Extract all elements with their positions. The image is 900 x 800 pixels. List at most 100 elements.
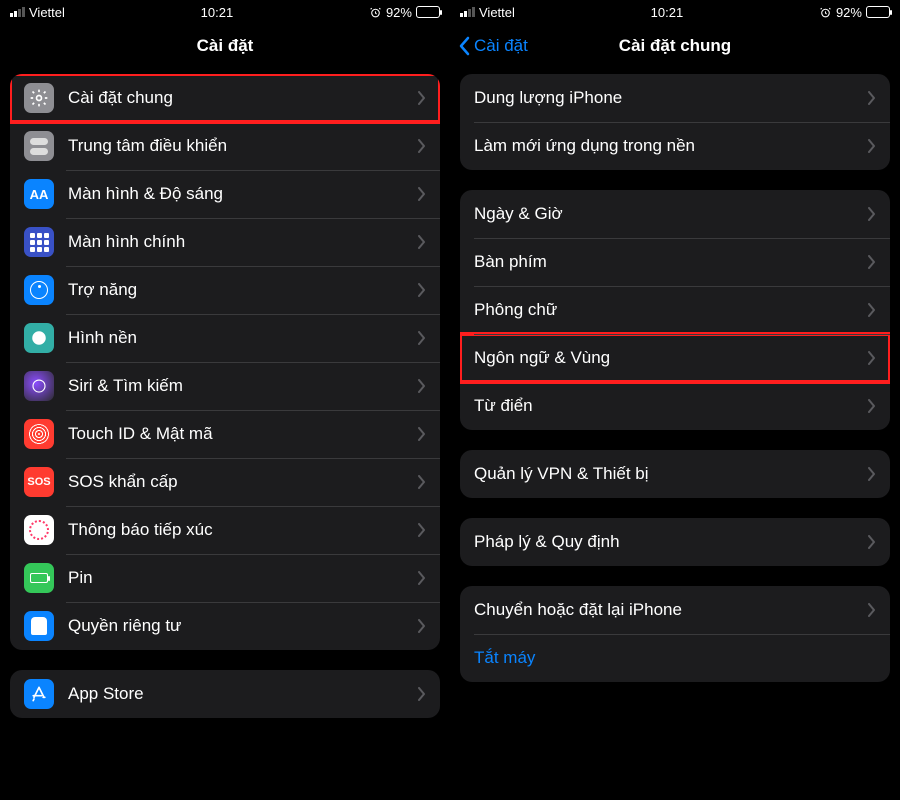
row-label: Chuyển hoặc đặt lại iPhone [474,600,868,620]
row-label: Màn hình chính [68,232,418,252]
chevron-right-icon [868,91,876,105]
row-label: Ngày & Giờ [474,204,868,224]
row-general[interactable]: Cài đặt chung [10,74,440,122]
alarm-icon [369,6,382,19]
row-label: Từ điển [474,396,868,416]
row-ng-y-gi-[interactable]: Ngày & Giờ [460,190,890,238]
chevron-right-icon [418,427,426,441]
row-label: Cài đặt chung [68,88,418,108]
row-label: Phông chữ [474,300,868,320]
row-l-m-m-i-ng-d-ng-trong-n-n[interactable]: Làm mới ứng dụng trong nền [460,122,890,170]
chevron-right-icon [868,303,876,317]
status-bar: Viettel 10:21 92% [450,0,900,24]
row-label: Touch ID & Mật mã [68,424,418,444]
row-dung-l-ng-iphone[interactable]: Dung lượng iPhone [460,74,890,122]
back-button[interactable]: Cài đặt [458,24,528,68]
battery-icon [416,6,440,18]
row-qu-n-l-vpn-thi-t-b-[interactable]: Quản lý VPN & Thiết bị [460,450,890,498]
row-label: Quyền riêng tư [68,616,418,636]
row-label: Hình nền [68,328,418,348]
page-title: Cài đặt chung [619,36,731,56]
carrier-label: Viettel [479,5,515,20]
nav-bar: Cài đặt [0,24,450,68]
chevron-right-icon [868,255,876,269]
row-chuy-n-ho-c-t-l-i-iphone[interactable]: Chuyển hoặc đặt lại iPhone [460,586,890,634]
row-label: Tắt máy [474,648,876,668]
clock: 10:21 [651,5,684,20]
general-list[interactable]: Dung lượng iPhone Làm mới ứng dụng trong … [450,68,900,800]
row-label: Quản lý VPN & Thiết bị [474,464,868,484]
chevron-right-icon [868,399,876,413]
status-bar: Viettel 10:21 92% [0,0,450,24]
group-reset: Chuyển hoặc đặt lại iPhone Tắt máy [460,586,890,682]
control-icon [24,131,54,161]
settings-group-store: App Store [10,670,440,718]
row-label: Trung tâm điều khiển [68,136,418,156]
row-label: Siri & Tìm kiếm [68,376,418,396]
chevron-right-icon [868,603,876,617]
chevron-right-icon [418,475,426,489]
battery-pct: 92% [836,5,862,20]
nav-bar: Cài đặt Cài đặt chung [450,24,900,68]
chevron-right-icon [868,139,876,153]
settings-list[interactable]: Cài đặt chung Trung tâm điều khiển AAMàn h… [0,68,450,800]
row-label: Pháp lý & Quy định [474,532,868,552]
chevron-right-icon [418,523,426,537]
row-appstore[interactable]: App Store [10,670,440,718]
settings-group-main: Cài đặt chung Trung tâm điều khiển AAMàn h… [10,74,440,650]
group-locale: Ngày & Giờ Bàn phím Phông chữ Ngôn ngữ & Vù… [460,190,890,430]
row-privacy[interactable]: Quyền riêng tư [10,602,440,650]
row-home[interactable]: Màn hình chính [10,218,440,266]
chevron-right-icon [418,235,426,249]
back-label: Cài đặt [474,36,528,56]
row-label: SOS khẩn cấp [68,472,418,492]
row-label: Màn hình & Độ sáng [68,184,418,204]
row-label: Bàn phím [474,252,868,272]
row-battery[interactable]: Pin [10,554,440,602]
row-siri[interactable]: Siri & Tìm kiếm [10,362,440,410]
row-control[interactable]: Trung tâm điều khiển [10,122,440,170]
row-b-n-ph-m[interactable]: Bàn phím [460,238,890,286]
access-icon [24,275,54,305]
sos-icon: SOS [24,467,54,497]
row-exposure[interactable]: Thông báo tiếp xúc [10,506,440,554]
row-touch[interactable]: Touch ID & Mật mã [10,410,440,458]
row-wall[interactable]: Hình nền [10,314,440,362]
group-storage: Dung lượng iPhone Làm mới ứng dụng trong … [460,74,890,170]
alarm-icon [819,6,832,19]
privacy-icon [24,611,54,641]
row-sos[interactable]: SOS SOS khẩn cấp [10,458,440,506]
row-label: Trợ năng [68,280,418,300]
page-title: Cài đặt [197,36,254,56]
wall-icon [24,323,54,353]
chevron-right-icon [868,535,876,549]
row-label: Làm mới ứng dụng trong nền [474,136,868,156]
chevron-right-icon [418,331,426,345]
row-t-i-n[interactable]: Từ điển [460,382,890,430]
row-ph-p-l-quy-nh[interactable]: Pháp lý & Quy định [460,518,890,566]
touch-icon [24,419,54,449]
siri-icon [24,371,54,401]
row-label: Thông báo tiếp xúc [68,520,418,540]
row-display[interactable]: AAMàn hình & Độ sáng [10,170,440,218]
row-t-t-m-y[interactable]: Tắt máy [460,634,890,682]
chevron-right-icon [418,187,426,201]
carrier-label: Viettel [29,5,65,20]
chevron-right-icon [868,351,876,365]
row-ph-ng-ch-[interactable]: Phông chữ [460,286,890,334]
row-access[interactable]: Trợ năng [10,266,440,314]
appstore-icon [24,679,54,709]
chevron-right-icon [418,91,426,105]
chevron-right-icon [418,571,426,585]
row-label: Dung lượng iPhone [474,88,868,108]
signal-icon [460,7,475,17]
chevron-right-icon [868,207,876,221]
row-ng-n-ng-v-ng[interactable]: Ngôn ngữ & Vùng [460,334,890,382]
group-vpn: Quản lý VPN & Thiết bị [460,450,890,498]
battery-icon [24,563,54,593]
general-screen: Viettel 10:21 92% Cài đặt Cài đặt chung … [450,0,900,800]
chevron-right-icon [418,283,426,297]
row-label: Pin [68,568,418,588]
battery-icon [866,6,890,18]
chevron-right-icon [418,139,426,153]
